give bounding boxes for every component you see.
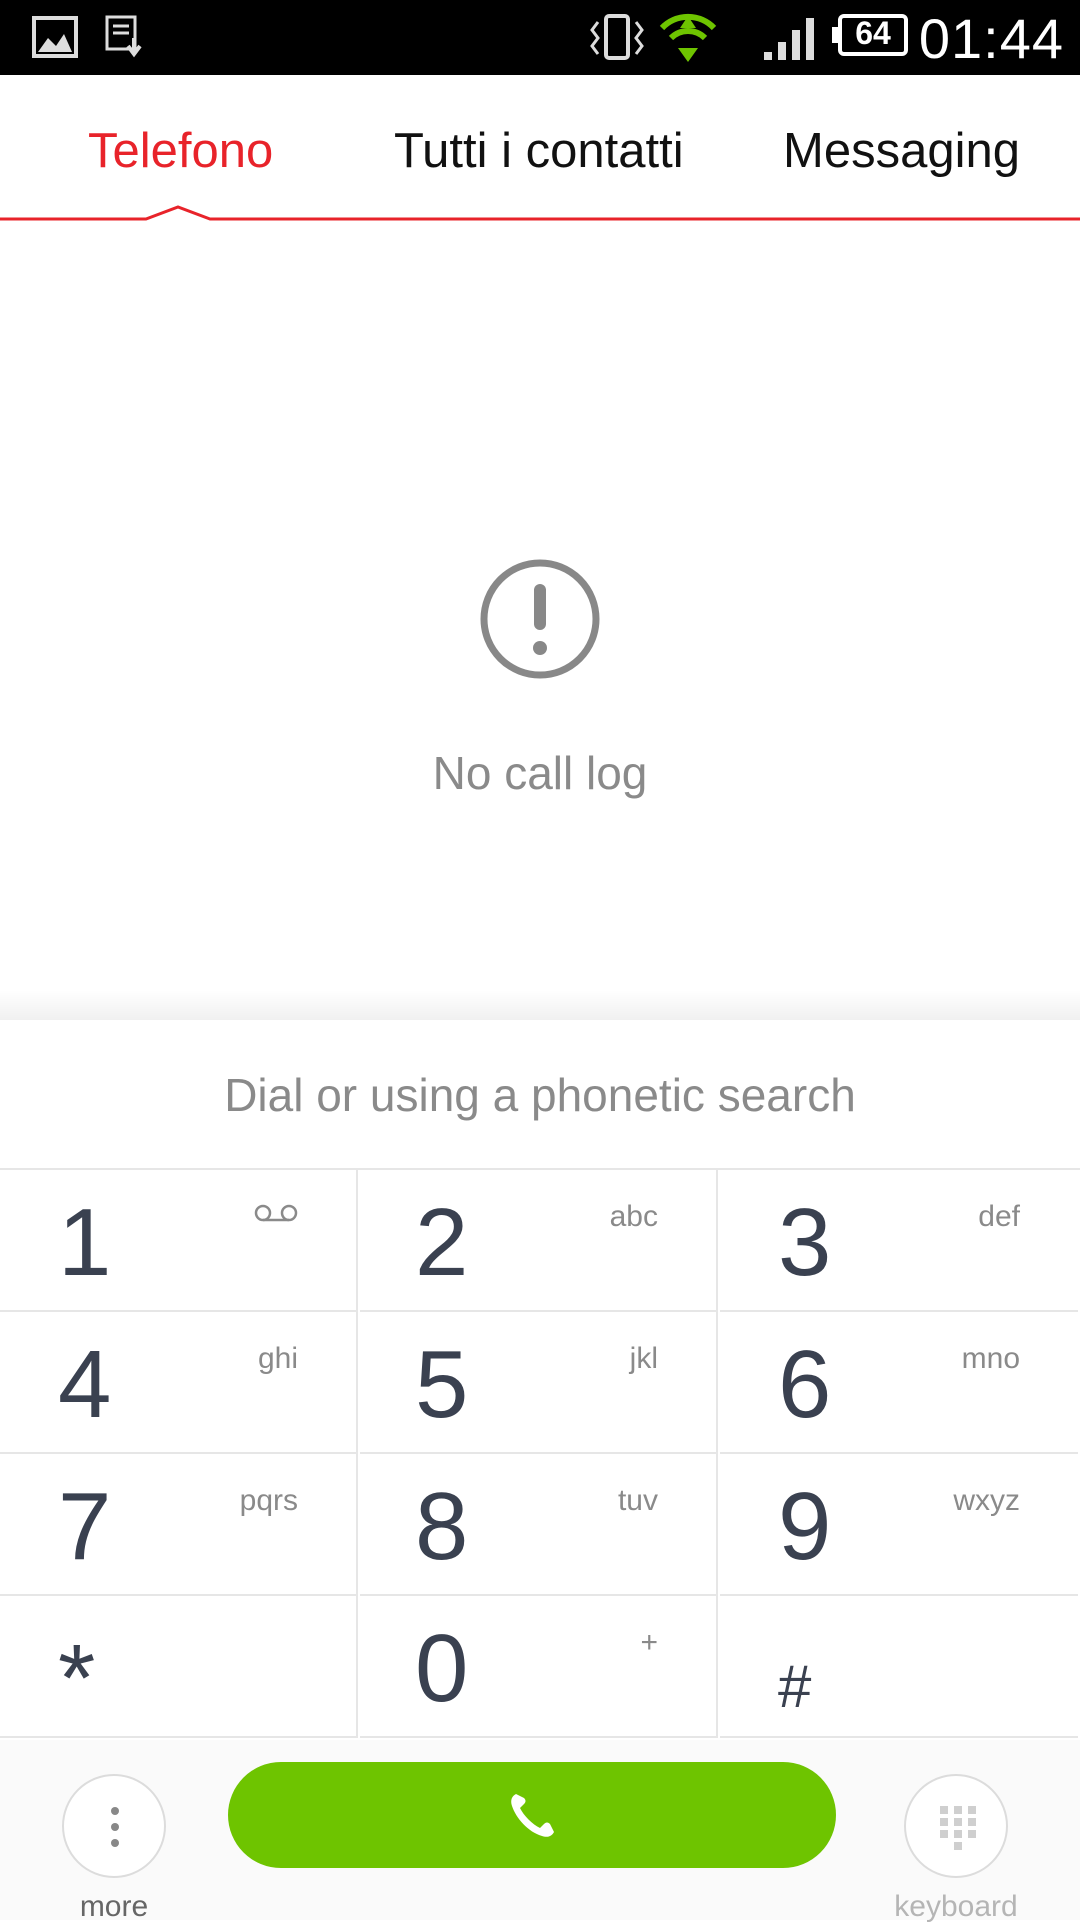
key-letters: ghi: [257, 1342, 298, 1375]
tab-bar: Telefono Tutti i contatti Messaging: [0, 75, 1080, 221]
key-star[interactable]: *: [0, 1596, 358, 1738]
key-letters: +: [640, 1626, 658, 1659]
voicemail-icon: [254, 1204, 298, 1222]
dialer-bottom-bar: more keyboard: [0, 1740, 1080, 1923]
tab-tutti-i-contatti[interactable]: Tutti i contatti: [394, 123, 684, 179]
key-letters: jkl: [629, 1342, 658, 1375]
alert-circle-icon: [480, 559, 600, 679]
more-vertical-icon: [111, 1807, 119, 1847]
key-digit: 7: [58, 1473, 112, 1580]
dialpad-icon: [940, 1806, 976, 1850]
key-digit: 6: [778, 1331, 832, 1438]
key-9[interactable]: 9 wxyz: [720, 1454, 1078, 1596]
more-button[interactable]: [62, 1774, 166, 1878]
key-digit: 9: [778, 1473, 832, 1580]
dialer-panel: Dial or using a phonetic search 1 2 abc …: [0, 1020, 1080, 1923]
key-8[interactable]: 8 tuv: [360, 1454, 718, 1596]
key-0[interactable]: 0 +: [360, 1596, 718, 1738]
key-letters: tuv: [617, 1484, 658, 1517]
tab-telefono[interactable]: Telefono: [88, 123, 273, 179]
key-4[interactable]: 4 ghi: [0, 1312, 358, 1454]
tab-indicator: [0, 205, 1080, 221]
dial-shadow: [0, 990, 1080, 1020]
gallery-notification-icon: [32, 16, 78, 58]
key-1[interactable]: 1: [0, 1170, 358, 1312]
key-letters: pqrs: [239, 1484, 298, 1517]
key-digit: 0: [415, 1615, 469, 1722]
key-7[interactable]: 7 pqrs: [0, 1454, 358, 1596]
call-button[interactable]: [228, 1762, 836, 1868]
key-letters: def: [978, 1200, 1020, 1233]
signal-icon: [764, 18, 814, 60]
key-2[interactable]: 2 abc: [360, 1170, 718, 1312]
key-3[interactable]: 3 def: [720, 1170, 1078, 1312]
status-bar: 64 01:44: [0, 0, 1080, 75]
wifi-icon: [659, 13, 717, 62]
key-digit: 1: [58, 1189, 112, 1296]
vibrate-icon: [590, 14, 644, 60]
tab-messaging[interactable]: Messaging: [783, 123, 1020, 179]
more-label: more: [79, 1890, 149, 1923]
key-digit: #: [778, 1653, 812, 1720]
key-letters: abc: [609, 1200, 658, 1233]
key-hash[interactable]: #: [720, 1596, 1078, 1738]
key-digit: *: [58, 1625, 96, 1732]
key-6[interactable]: 6 mno: [720, 1312, 1078, 1454]
dial-input[interactable]: Dial or using a phonetic search: [0, 1020, 1080, 1170]
status-time: 01:44: [918, 7, 1064, 70]
keyboard-button[interactable]: [904, 1774, 1008, 1878]
keyboard-label: keyboard: [894, 1890, 1018, 1923]
key-letters: wxyz: [953, 1484, 1020, 1517]
download-notification-icon: [105, 15, 142, 58]
key-digit: 4: [58, 1331, 112, 1438]
key-digit: 5: [415, 1331, 469, 1438]
key-5[interactable]: 5 jkl: [360, 1312, 718, 1454]
key-digit: 8: [415, 1473, 469, 1580]
empty-state-text: No call log: [432, 747, 648, 799]
key-digit: 2: [415, 1189, 469, 1296]
key-digit: 3: [778, 1189, 832, 1296]
battery-icon: 64: [838, 14, 908, 56]
phone-icon: [511, 1794, 554, 1837]
key-letters: mno: [961, 1342, 1020, 1375]
battery-level: 64: [855, 15, 891, 51]
keypad: 1 2 abc 3 def 4 ghi 5 jkl 6 mno 7 pqrs 8…: [0, 1170, 1080, 1740]
